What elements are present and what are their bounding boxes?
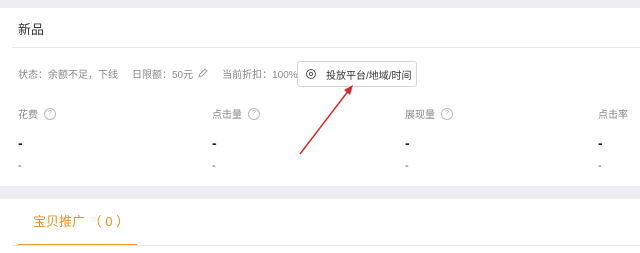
daily-limit-text: 日限额：50元 bbox=[132, 69, 194, 81]
metric-clicks-label: 点击量 bbox=[212, 110, 242, 121]
metric-ctr: 点击率 bbox=[598, 106, 628, 121]
metric-ctr-sub: - bbox=[598, 160, 602, 172]
platform-button-label: 投放平台/地域/时间 bbox=[326, 70, 412, 82]
pencil-icon[interactable] bbox=[198, 68, 208, 78]
metric-cost-value: - bbox=[18, 135, 23, 151]
campaign-card: 新品 状态：余额不足，下线 日限额：50元 当前折扣：100% 投放平台/地域/… bbox=[0, 8, 640, 186]
metric-impressions-value: - bbox=[405, 135, 410, 151]
help-icon[interactable]: ? bbox=[441, 107, 453, 120]
status-text: 状态：余额不足，下线 bbox=[18, 69, 118, 81]
platform-region-time-button[interactable]: 投放平台/地域/时间 bbox=[297, 61, 417, 87]
metric-impressions: 展现量 ? bbox=[405, 106, 453, 121]
metric-ctr-value: - bbox=[598, 135, 603, 151]
metric-impressions-label: 展现量 bbox=[405, 110, 435, 121]
metric-cost-sub: - bbox=[18, 160, 22, 172]
metric-cost-label: 花费 bbox=[18, 110, 38, 121]
help-icon[interactable]: ? bbox=[248, 107, 260, 120]
target-icon bbox=[306, 69, 316, 79]
tab-item-promotion[interactable]: 宝贝推广 （ 0 ） bbox=[18, 199, 137, 246]
discount-text: 当前折扣：100% bbox=[222, 69, 298, 81]
campaign-title: 新品 bbox=[18, 22, 45, 37]
status-row: 状态：余额不足，下线 日限额：50元 当前折扣：100% bbox=[18, 66, 312, 81]
tab-divider bbox=[12, 245, 640, 246]
metric-cost: 花费 ? bbox=[18, 106, 56, 121]
metric-ctr-label: 点击率 bbox=[598, 110, 628, 121]
metric-clicks-value: - bbox=[212, 135, 217, 151]
title-divider bbox=[12, 47, 640, 48]
metric-clicks: 点击量 ? bbox=[212, 106, 260, 121]
metric-impressions-sub: - bbox=[405, 160, 409, 172]
metric-clicks-sub: - bbox=[212, 160, 216, 172]
help-icon[interactable]: ? bbox=[44, 107, 56, 120]
daily-limit: 日限额：50元 bbox=[132, 66, 208, 81]
tabs-card: 宝贝推广 （ 0 ） bbox=[0, 199, 640, 253]
